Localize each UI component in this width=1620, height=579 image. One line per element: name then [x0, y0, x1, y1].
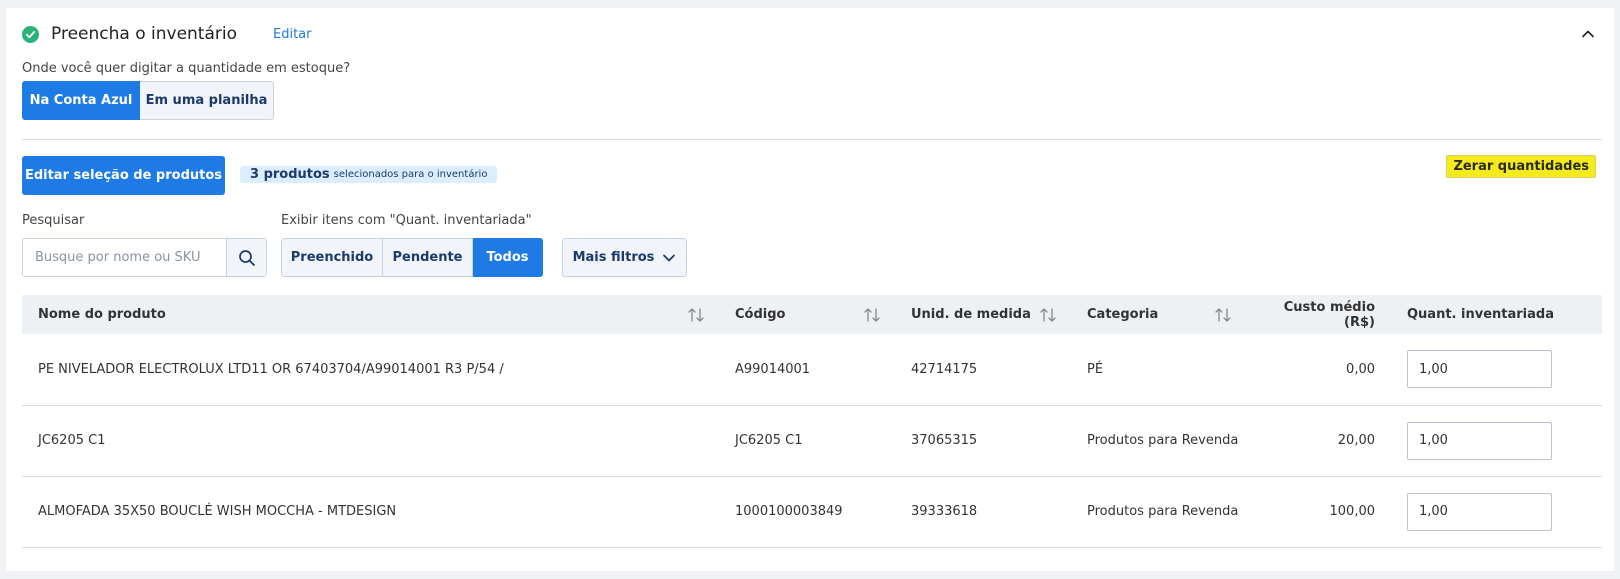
cell-custo: 0,00 — [1346, 361, 1375, 377]
quantity-input[interactable] — [1407, 350, 1552, 389]
products-table: Nome do produto Código Unid. de medida C… — [22, 295, 1602, 548]
selection-text: selecionados para o inventário — [333, 169, 488, 180]
sort-icon[interactable] — [863, 307, 881, 327]
search-icon — [238, 249, 255, 266]
col-header-custo: Custo médio (R$) — [1283, 299, 1375, 330]
filter-preenchido-button[interactable]: Preenchido — [281, 238, 383, 277]
filter-todos-button[interactable]: Todos — [473, 238, 543, 277]
more-filters-label: Mais filtros — [572, 250, 655, 265]
cell-codigo: JC6205 C1 — [735, 433, 803, 448]
table-row: PE NIVELADOR ELECTROLUX LTD11 OR 6740370… — [22, 334, 1602, 405]
section-header: Preencha o inventário Editar — [22, 22, 312, 46]
input-mode-conta-azul-button[interactable]: Na Conta Azul — [22, 81, 140, 120]
filter-label: Exibir itens com "Quant. inventariada" — [281, 213, 532, 228]
cell-categoria: Produtos para Revenda — [1087, 433, 1239, 448]
zerar-quantidades-button[interactable]: Zerar quantidades — [1446, 155, 1596, 178]
edit-selection-button[interactable]: Editar seleção de produtos — [22, 156, 225, 195]
cell-unid: 37065315 — [911, 433, 978, 448]
col-header-quant: Quant. inventariada — [1407, 307, 1554, 322]
sort-icon[interactable] — [1214, 307, 1232, 327]
selection-count: 3 produtos — [250, 167, 330, 182]
cell-codigo: 1000100003849 — [735, 504, 843, 519]
section-title: Preencha o inventário — [51, 24, 237, 44]
input-mode-planilha-button[interactable]: Em uma planilha — [140, 81, 274, 120]
table-header-row: Nome do produto Código Unid. de medida C… — [22, 295, 1602, 334]
selection-badge: 3 produtos selecionados para o inventári… — [240, 166, 498, 183]
chevron-down-icon — [663, 254, 676, 261]
cell-categoria: Produtos para Revenda — [1087, 504, 1239, 519]
cell-nome: PE NIVELADOR ELECTROLUX LTD11 OR 6740370… — [38, 361, 504, 377]
cell-nome: JC6205 C1 — [38, 433, 106, 448]
search-box — [22, 238, 267, 277]
divider — [22, 139, 1602, 140]
input-mode-toggle: Na Conta Azul Em uma planilha — [22, 81, 274, 120]
input-mode-question: Onde você quer digitar a quantidade em e… — [22, 61, 351, 76]
inventory-card: Preencha o inventário Editar Onde você q… — [6, 8, 1614, 571]
quantity-input[interactable] — [1407, 421, 1552, 460]
col-header-codigo: Código — [719, 295, 895, 334]
col-header-nome: Nome do produto — [22, 295, 719, 334]
cell-unid: 39333618 — [911, 504, 978, 519]
filter-toggle: Preenchido Pendente Todos — [281, 238, 543, 277]
filter-pendente-button[interactable]: Pendente — [383, 238, 473, 277]
more-filters-button[interactable]: Mais filtros — [562, 238, 687, 277]
cell-categoria: PÉ — [1087, 361, 1104, 377]
quantity-input[interactable] — [1407, 492, 1552, 531]
search-input[interactable] — [23, 239, 226, 276]
search-label: Pesquisar — [22, 213, 85, 228]
sort-icon[interactable] — [687, 307, 705, 327]
col-header-categoria: Categoria — [1071, 295, 1246, 334]
cell-codigo: A99014001 — [735, 361, 811, 377]
cell-unid: 42714175 — [911, 361, 978, 377]
sort-icon[interactable] — [1039, 307, 1057, 327]
cell-custo: 20,00 — [1337, 433, 1375, 448]
check-circle-icon — [22, 25, 39, 43]
search-button[interactable] — [226, 239, 266, 276]
cell-nome: ALMOFADA 35X50 BOUCLÉ WISH MOCCHA - MTDE… — [38, 504, 397, 519]
chevron-up-icon[interactable] — [1580, 26, 1596, 42]
cell-custo: 100,00 — [1329, 504, 1376, 519]
table-row: ALMOFADA 35X50 BOUCLÉ WISH MOCCHA - MTDE… — [22, 476, 1602, 547]
table-row: JC6205 C1 JC6205 C1 37065315 Produtos pa… — [22, 405, 1602, 476]
edit-link[interactable]: Editar — [273, 27, 312, 42]
col-header-unid: Unid. de medida — [895, 295, 1071, 334]
